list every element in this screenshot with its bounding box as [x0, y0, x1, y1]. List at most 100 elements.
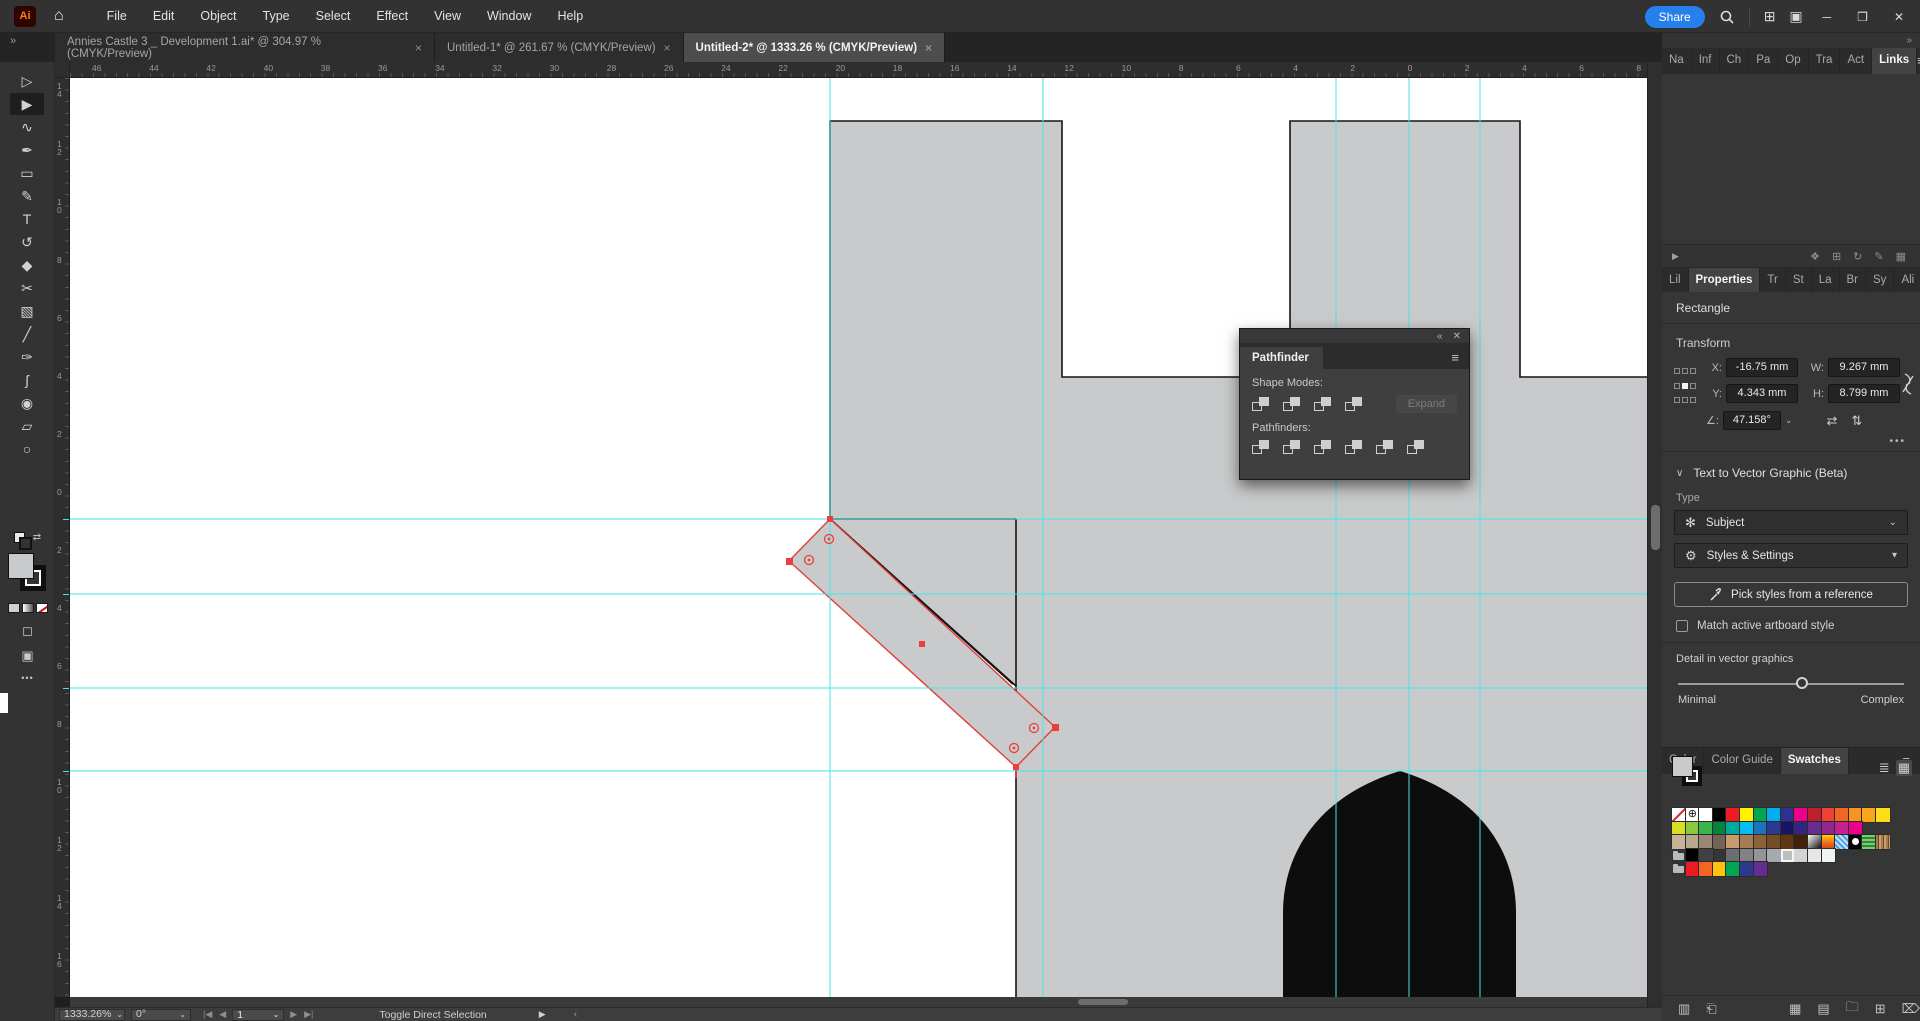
t2v-type-select[interactable]: ✻ Subject ⌄	[1674, 510, 1908, 535]
paintbrush-tool[interactable]: ✎	[10, 185, 44, 207]
swatch[interactable]	[1794, 849, 1808, 863]
swatch[interactable]	[1740, 862, 1754, 876]
menu-help[interactable]: Help	[544, 0, 596, 33]
slider-thumb[interactable]	[1796, 677, 1808, 689]
panel-tab-na[interactable]: Na	[1662, 48, 1692, 74]
constrain-proportions-icon[interactable]	[1900, 371, 1916, 397]
swatch[interactable]	[1808, 808, 1822, 822]
swatch[interactable]	[1754, 822, 1768, 836]
swatch[interactable]	[1713, 822, 1727, 836]
swatch[interactable]	[1781, 808, 1795, 822]
castle-wall-shape[interactable]	[830, 121, 1647, 997]
import-themes-icon[interactable]: ⎗	[1706, 1001, 1716, 1017]
y-input[interactable]: 4.343 mm	[1726, 384, 1798, 403]
swatch[interactable]	[1794, 822, 1808, 836]
zoom-tool[interactable]: ○	[10, 438, 44, 460]
first-artboard-button[interactable]: |◀	[203, 1009, 212, 1020]
next-artboard-button[interactable]: ▶	[290, 1009, 297, 1020]
panel-tab-pa[interactable]: Pa	[1749, 48, 1778, 74]
flip-horizontal-icon[interactable]: ⇄	[1826, 413, 1837, 429]
list-view-icon[interactable]: ≣	[1879, 760, 1890, 776]
new-swatch-icon[interactable]: ⊞	[1875, 1001, 1886, 1017]
swatch[interactable]	[1767, 822, 1781, 836]
swatch[interactable]	[1781, 822, 1795, 836]
share-button[interactable]: Share	[1645, 6, 1705, 28]
menu-select[interactable]: Select	[303, 0, 364, 33]
panel-tab-tr[interactable]: Tr	[1760, 268, 1785, 294]
swatch[interactable]	[1699, 808, 1713, 822]
search-icon[interactable]	[1719, 9, 1735, 25]
status-play-icon[interactable]: ▶	[539, 1009, 546, 1020]
vertical-ruler[interactable]: 1 41 21 08642024681 01 21 41 6	[55, 78, 70, 997]
pick-styles-button[interactable]: Pick styles from a reference	[1674, 582, 1908, 607]
direct-selection-tool[interactable]: ▶	[10, 93, 44, 115]
panel-expand-icon[interactable]: ▶	[1672, 251, 1679, 262]
swatch[interactable]	[1713, 862, 1727, 876]
panel-tab-links[interactable]: Links	[1872, 48, 1917, 74]
height-input[interactable]: 8.799 mm	[1828, 384, 1900, 403]
panel-tab-properties[interactable]: Properties	[1689, 268, 1761, 294]
swatch[interactable]	[1808, 822, 1822, 836]
swatch-patbrown[interactable]	[1876, 835, 1890, 849]
swatch[interactable]	[1767, 835, 1781, 849]
pathfinder-collapse-icon[interactable]: «	[1437, 331, 1443, 342]
pen-tool[interactable]: ✒	[10, 139, 44, 161]
more-options-icon[interactable]: •••	[1662, 430, 1920, 452]
rotation-input[interactable]: 47.158°	[1723, 411, 1781, 430]
swatch-patblue[interactable]	[1835, 835, 1849, 849]
dock-mini-icon-3[interactable]: ↻	[1853, 250, 1862, 263]
fill-stroke-proxy[interactable]	[8, 553, 48, 593]
rotation-select[interactable]: 0°⌄	[131, 1009, 191, 1021]
swatch[interactable]	[1726, 822, 1740, 836]
symbol-sprayer-tool[interactable]: ʃ	[10, 369, 44, 391]
shape-builder-tool[interactable]: ◉	[10, 392, 44, 414]
artboard-tool[interactable]: ▱	[10, 415, 44, 437]
close-button[interactable]: ✕	[1888, 10, 1910, 24]
swatch[interactable]	[1686, 835, 1700, 849]
swatch[interactable]	[1699, 849, 1713, 863]
minimize-button[interactable]: ─	[1817, 10, 1838, 24]
panel-tab-act[interactable]: Act	[1840, 48, 1872, 74]
panel-tab-br[interactable]: Br	[1840, 268, 1867, 294]
dock-mini-icon-5[interactable]: ▦	[1896, 250, 1906, 263]
panel-tab-lil[interactable]: Lil	[1662, 268, 1689, 294]
unite-button[interactable]	[1252, 397, 1269, 411]
scissors-tool[interactable]: ✂	[10, 277, 44, 299]
links-panel-body[interactable]	[1662, 74, 1920, 245]
screen-mode-icon[interactable]: ▣	[21, 648, 33, 664]
swatch[interactable]	[1794, 835, 1808, 849]
rectangle-tool[interactable]: ▭	[10, 162, 44, 184]
pathfinder-panel[interactable]: « ✕ Pathfinder ≡ Shape Modes: Expand Pat…	[1239, 328, 1470, 480]
swap-fill-stroke-icon[interactable]: ⇄	[33, 532, 41, 543]
knife-tool[interactable]: ╱	[10, 323, 44, 345]
pathfinder-menu-icon[interactable]: ≡	[1451, 350, 1469, 369]
document-tab-2[interactable]: Untitled-1* @ 261.67 % (CMYK/Preview)×	[435, 33, 684, 62]
vertical-scroll-thumb[interactable]	[1651, 505, 1660, 550]
panel-tab-op[interactable]: Op	[1778, 48, 1808, 74]
gradient-mode-button[interactable]	[22, 603, 34, 613]
panel-tab-ch[interactable]: Ch	[1720, 48, 1750, 74]
swatch-libraries-icon[interactable]: ▥	[1678, 1001, 1690, 1017]
eraser-tool[interactable]: ◆	[10, 254, 44, 276]
horizontal-scrollbar[interactable]	[70, 997, 1647, 1007]
fill-indicator[interactable]	[8, 553, 34, 579]
detail-slider[interactable]	[1678, 677, 1904, 691]
swatch-none[interactable]	[1672, 808, 1686, 822]
curvature-tool[interactable]: ∿	[10, 116, 44, 138]
swatch[interactable]	[1849, 822, 1863, 836]
close-tab-icon[interactable]: ×	[664, 41, 671, 55]
menu-type[interactable]: Type	[250, 0, 303, 33]
panel-tab-st[interactable]: St	[1786, 268, 1812, 294]
swatch[interactable]	[1672, 822, 1686, 836]
outline-button[interactable]	[1376, 440, 1393, 454]
swatch[interactable]	[1726, 862, 1740, 876]
swatch[interactable]	[1876, 808, 1890, 822]
edit-toolbar-icon[interactable]: •••	[21, 673, 33, 683]
last-artboard-button[interactable]: ▶|	[304, 1009, 313, 1020]
swatch[interactable]	[1835, 808, 1849, 822]
home-icon[interactable]: ⌂	[54, 7, 64, 25]
pathfinder-close-icon[interactable]: ✕	[1453, 331, 1461, 342]
swatch[interactable]	[1794, 808, 1808, 822]
swatch[interactable]	[1835, 822, 1849, 836]
swatch[interactable]	[1740, 808, 1754, 822]
